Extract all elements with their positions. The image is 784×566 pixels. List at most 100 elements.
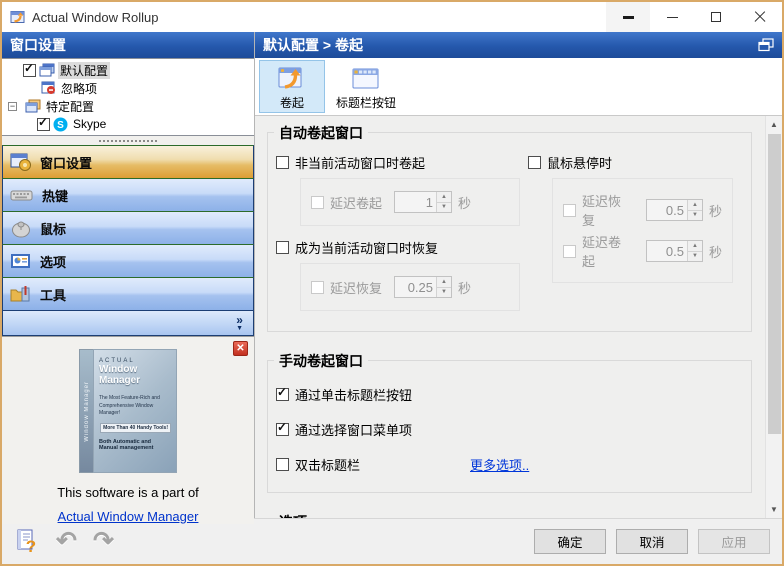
checkbox-default-config[interactable]: ✓ [23, 64, 36, 77]
main-area: 窗口设置 ✓ 默认配置 [2, 32, 782, 518]
scrollbar-track[interactable] [766, 133, 783, 501]
minimize-button[interactable] [650, 2, 694, 32]
checkbox-hover-restore[interactable] [563, 204, 576, 217]
tree-item-default-config[interactable]: ✓ 默认配置 [8, 61, 254, 79]
scroll-down-button[interactable]: ▼ [766, 501, 783, 518]
apply-button[interactable]: 应用 [698, 529, 770, 554]
specific-config-icon [25, 99, 41, 113]
chevron-more-icon: » ▼ [236, 314, 243, 332]
checkbox-mouse-hover[interactable] [528, 156, 541, 169]
checkbox-restore-active[interactable] [276, 241, 289, 254]
ignore-window-icon [40, 81, 56, 95]
app-window: Actual Window Rollup 窗口设置 ✓ 默认配置 [0, 0, 784, 566]
spinner-up-button[interactable]: ▲ [688, 200, 702, 211]
actual-window-manager-link[interactable]: Actual Window Manager [58, 509, 199, 524]
tree-item-exclusions[interactable]: 忽略项 [8, 79, 254, 97]
tab-label: 标题栏按钮 [336, 94, 396, 111]
ok-button[interactable]: 确定 [534, 529, 606, 554]
checkbox-hover-rollup[interactable] [563, 245, 576, 258]
spinner-up-button[interactable]: ▲ [688, 241, 702, 252]
tree-label[interactable]: 特定配置 [44, 98, 96, 115]
spinner-up-button[interactable]: ▲ [437, 277, 451, 288]
group-title: 手动卷起窗口 [274, 351, 368, 371]
sidebar-item-tools[interactable]: 工具 [2, 277, 254, 311]
scroll-up-button[interactable]: ▲ [766, 116, 783, 133]
titlebar: Actual Window Rollup [2, 2, 782, 32]
sidebar-item-window-settings[interactable]: 窗口设置 [2, 145, 254, 179]
configuration-tree: ✓ 默认配置 [2, 58, 254, 136]
checkbox-delay-restore[interactable] [311, 281, 324, 294]
delay-rollup-spinner[interactable]: 1 ▲ ▼ [394, 191, 452, 213]
checkbox-by-titlebar-button[interactable]: ✓ [276, 388, 289, 401]
sidebar-item-mouse[interactable]: 鼠标 [2, 211, 254, 245]
tab-label: 卷起 [280, 94, 304, 111]
subbox-hover-delays: 延迟恢复 0.5 ▲ ▼ 秒 [552, 178, 733, 283]
spinner-down-button[interactable]: ▼ [437, 203, 451, 213]
app-icon [10, 9, 26, 25]
box-tagline: The Most Feature-Rich and Comprehensive … [99, 395, 171, 418]
close-button[interactable] [738, 2, 782, 32]
rollup-icon [277, 64, 307, 94]
svg-text:?: ? [26, 537, 36, 555]
skype-icon: S [53, 117, 68, 132]
tree-label[interactable]: 忽略项 [59, 80, 99, 97]
group-title: 选项 [274, 512, 312, 518]
breadcrumb: 默认配置 > 卷起 [263, 35, 363, 55]
checkbox-by-window-menu[interactable]: ✓ [276, 423, 289, 436]
promo-panel: ✕ Window Manager ACTUAL Window Manager T… [2, 336, 254, 524]
checkbox-by-doubleclick[interactable] [276, 458, 289, 471]
spinner-down-button[interactable]: ▼ [688, 252, 702, 262]
tab-rollup[interactable]: 卷起 [259, 60, 325, 113]
hover-restore-spinner[interactable]: 0.5 ▲ ▼ [646, 199, 703, 221]
sidebar-item-label: 选项 [40, 252, 66, 271]
help-icon[interactable]: ? [14, 528, 40, 555]
sidebar-item-label: 热键 [42, 186, 68, 205]
group-title: 自动卷起窗口 [274, 123, 368, 143]
checkbox-delay-rollup[interactable] [311, 196, 324, 209]
spinner-up-button[interactable]: ▲ [437, 192, 451, 203]
subbox-delay-restore: 延迟恢复 0.25 ▲ ▼ 秒 [300, 263, 520, 311]
footer-bar: ? ↶ ↷ 确定 取消 应用 [2, 518, 782, 564]
right-panel: 默认配置 > 卷起 [255, 32, 782, 518]
subbox-delay-rollup: 延迟卷起 1 ▲ ▼ 秒 [300, 178, 520, 226]
options-icon [10, 252, 32, 270]
sidebar-item-options[interactable]: 选项 [2, 244, 254, 278]
sidebar-more-button[interactable]: » ▼ [2, 310, 254, 336]
mouse-icon [10, 219, 32, 238]
promo-text: This software is a part of [57, 485, 199, 500]
hover-rollup-spinner[interactable]: 0.5 ▲ ▼ [646, 240, 703, 262]
checkbox-rollup-inactive[interactable] [276, 156, 289, 169]
row-rollup-inactive: 非当前活动窗口时卷起 [276, 153, 528, 172]
tree-item-skype[interactable]: ✓ S Skype [8, 115, 254, 133]
group-manual-rollup: 手动卷起窗口 ✓ 通过单击标题栏按钮 ✓ 通过选择窗口菜单项 双击标题栏 更多选… [267, 360, 752, 493]
box-subline: Both Automatic and Manual management [99, 439, 171, 451]
product-box-image: Window Manager ACTUAL Window Manager The… [79, 349, 177, 473]
row-by-window-menu: ✓ 通过选择窗口菜单项 [276, 420, 741, 439]
vertical-scrollbar[interactable]: ▲ ▼ [765, 116, 782, 518]
window-settings-icon [10, 152, 32, 172]
redo-icon[interactable]: ↷ [93, 529, 114, 554]
scrollbar-thumb[interactable] [768, 134, 781, 434]
sidebar-item-hotkeys[interactable]: 热键 [2, 178, 254, 212]
tree-collapse-toggle[interactable]: − [8, 102, 17, 111]
promo-close-button[interactable]: ✕ [233, 341, 248, 356]
more-options-link[interactable]: 更多选项.. [470, 455, 529, 474]
row-mouse-hover: 鼠标悬停时 [528, 153, 741, 172]
tab-titlebar-buttons[interactable]: 标题栏按钮 [329, 60, 403, 113]
checkbox-skype[interactable]: ✓ [37, 118, 50, 131]
maximize-button[interactable] [694, 2, 738, 32]
undo-icon[interactable]: ↶ [56, 529, 77, 554]
window-title: Actual Window Rollup [32, 10, 606, 25]
spinner-down-button[interactable]: ▼ [437, 288, 451, 298]
rollup-titlebar-button[interactable] [606, 2, 650, 32]
tools-icon [10, 284, 32, 304]
spinner-down-button[interactable]: ▼ [688, 211, 702, 221]
cancel-button[interactable]: 取消 [616, 529, 688, 554]
box-badge: More Than 40 Handy Tools! [100, 423, 171, 433]
tree-label[interactable]: Skype [71, 117, 108, 131]
row-restore-active: 成为当前活动窗口时恢复 [276, 238, 528, 257]
tree-item-specific-config[interactable]: − 特定配置 [8, 97, 254, 115]
delay-restore-spinner[interactable]: 0.25 ▲ ▼ [394, 276, 452, 298]
tree-label[interactable]: 默认配置 [58, 62, 110, 79]
copy-windows-icon[interactable] [758, 38, 774, 52]
